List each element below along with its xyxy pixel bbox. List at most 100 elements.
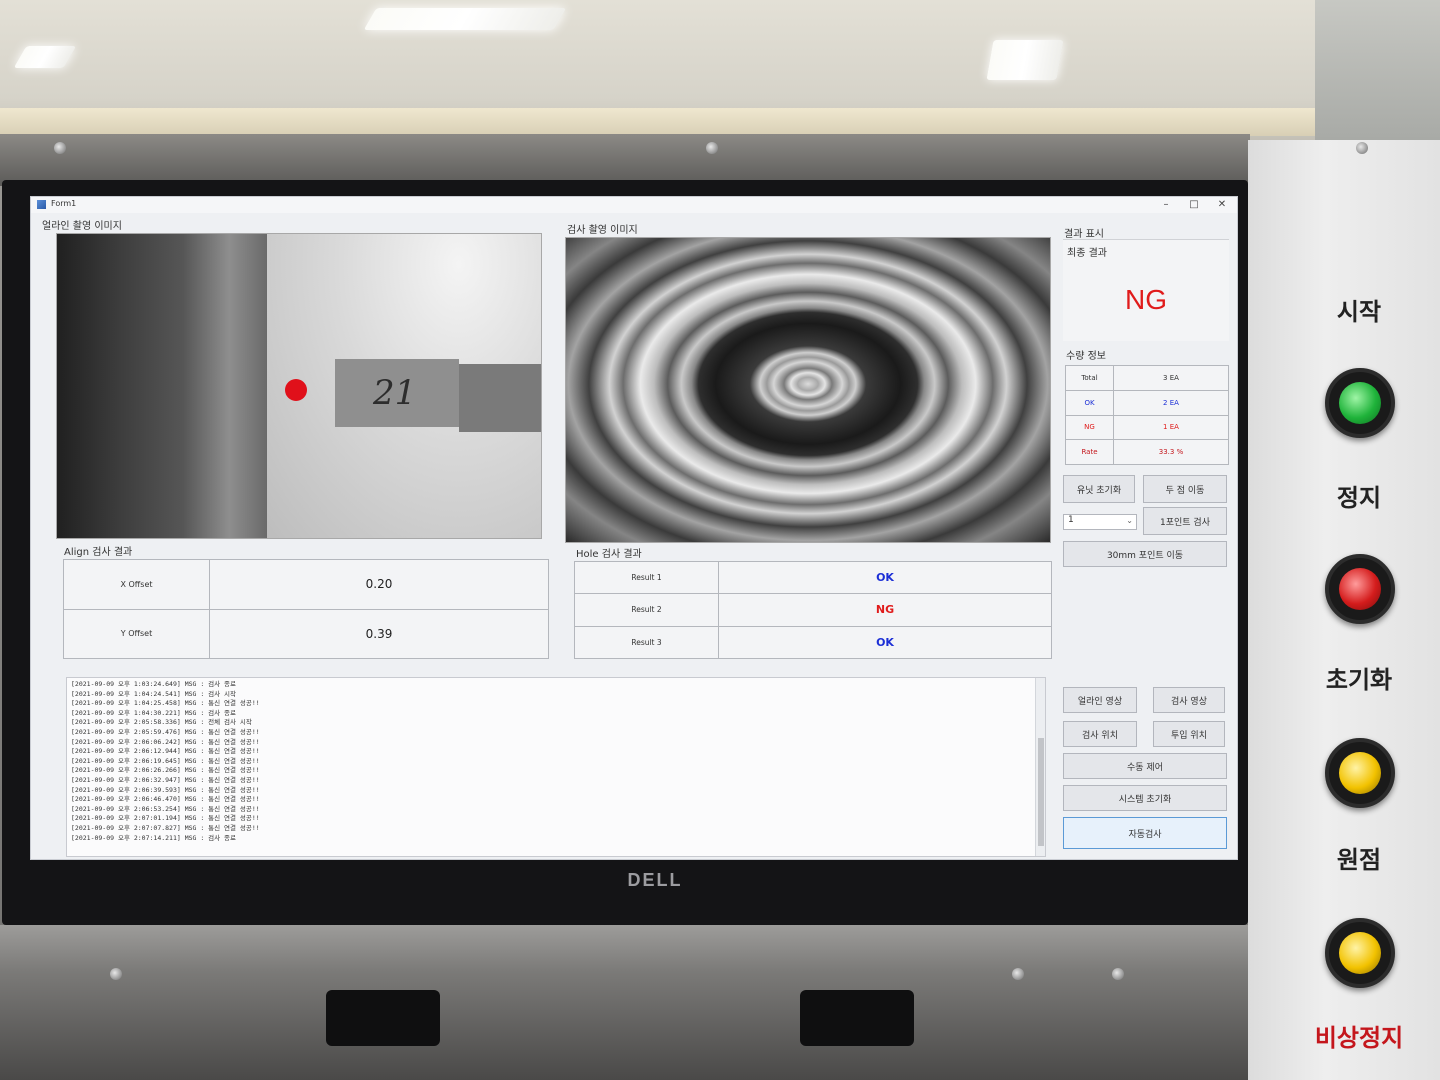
one-point-inspect-button[interactable]: 1포인트 검사 [1143, 507, 1227, 535]
table-row: OK 2 EA [1065, 389, 1229, 416]
table-row: Result 2 NG [574, 593, 1052, 627]
reset-button[interactable] [1325, 738, 1395, 808]
table-row: Rate 33.3 % [1065, 439, 1229, 465]
ok-count-label: OK [1065, 389, 1114, 416]
table-row: Result 3 OK [574, 625, 1052, 660]
stop-button[interactable] [1325, 554, 1395, 624]
ceiling-light [363, 8, 567, 30]
screw-icon [1112, 968, 1124, 980]
app-window: Form1 – □ ✕ 얼라인 촬영 이미지 21 Align 검사 결과 X … [30, 196, 1238, 860]
align-plate-mark: 21 [373, 373, 417, 413]
close-button[interactable]: ✕ [1209, 197, 1235, 213]
align-camera-image: 21 [56, 233, 542, 539]
point-select-value: 1 [1068, 515, 1074, 525]
origin-lamp-icon [1339, 932, 1381, 974]
maximize-button[interactable]: □ [1181, 197, 1207, 213]
list-item: [2021-09-09 오후 1:04:24.541] MSG : 검사 시작 [71, 689, 237, 698]
start-button[interactable] [1325, 368, 1395, 438]
list-item: [2021-09-09 오후 1:04:30.221] MSG : 검사 종료 [71, 708, 237, 717]
screw-icon [1012, 968, 1024, 980]
y-offset-label: Y Offset [63, 608, 210, 659]
final-result-label: 최종 결과 [1067, 248, 1107, 259]
stop-label: 정지 [1336, 484, 1382, 512]
system-reset-button[interactable]: 시스템 초기화 [1063, 785, 1227, 811]
table-row: X Offset 0.20 [63, 559, 549, 610]
align-target-plate-edge [459, 364, 541, 432]
minimize-button[interactable]: – [1153, 197, 1179, 213]
handle-slot [800, 990, 914, 1046]
auto-inspect-button[interactable]: 자동검사 [1063, 817, 1227, 849]
count-info-title: 수량 정보 [1066, 351, 1106, 362]
monitor-brand-logo: DELL [627, 870, 683, 890]
origin-button[interactable] [1325, 918, 1395, 988]
inspect-video-button[interactable]: 검사 영상 [1153, 687, 1225, 713]
list-item: [2021-09-09 오후 2:06:46.470] MSG : 통신 연결 … [71, 795, 260, 804]
reset-label: 초기화 [1325, 666, 1393, 694]
screw-icon [110, 968, 122, 980]
x-offset-label: X Offset [63, 559, 210, 610]
result-1-label: Result 1 [574, 560, 719, 595]
screw-icon [1356, 142, 1368, 154]
ok-count-value: 2 EA [1113, 389, 1229, 416]
result-2-value: NG [718, 593, 1052, 627]
rate-label: Rate [1065, 439, 1114, 465]
list-item: [2021-09-09 오후 2:07:07.827] MSG : 통신 연결 … [71, 823, 260, 832]
list-item: [2021-09-09 오후 2:06:19.645] MSG : 통신 연결 … [71, 756, 260, 765]
window-band [0, 108, 1440, 136]
list-item: [2021-09-09 오후 2:06:53.254] MSG : 통신 연결 … [71, 804, 260, 813]
input-position-button[interactable]: 투입 위치 [1153, 721, 1225, 747]
list-item: [2021-09-09 오후 2:06:32.947] MSG : 통신 연결 … [71, 775, 260, 784]
panel-mount [1315, 0, 1440, 140]
log-list: [2021-09-09 오후 1:03:24.649] MSG : 검사 종료 … [67, 678, 1045, 843]
total-label: Total [1065, 365, 1114, 391]
list-item: [2021-09-09 오후 2:06:26.266] MSG : 통신 연결 … [71, 766, 260, 775]
origin-label: 원점 [1336, 846, 1382, 874]
hole-image-rings [566, 238, 1050, 542]
ng-count-value: 1 EA [1113, 414, 1229, 441]
window-title: Form1 [51, 199, 77, 208]
align-result-table: X Offset 0.20 Y Offset 0.39 [63, 559, 549, 659]
align-image-dark-region [57, 234, 267, 538]
y-offset-value: 0.39 [209, 608, 549, 659]
two-point-move-button[interactable]: 두 점 이동 [1143, 475, 1227, 503]
list-item: [2021-09-09 오후 2:06:12.944] MSG : 통신 연결 … [71, 747, 260, 756]
x-offset-value: 0.20 [209, 559, 549, 610]
table-row: Result 1 OK [574, 560, 1052, 595]
hole-result-table: Result 1 OK Result 2 NG Result 3 OK [574, 560, 1052, 660]
list-item: [2021-09-09 오후 1:04:25.458] MSG : 통신 연결 … [71, 699, 260, 708]
table-row: Total 3 EA [1065, 365, 1229, 391]
list-item: [2021-09-09 오후 2:07:01.194] MSG : 통신 연결 … [71, 814, 260, 823]
align-marker-dot [285, 379, 307, 401]
machine-top-frame [0, 134, 1250, 186]
manual-control-button[interactable]: 수동 제어 [1063, 753, 1227, 779]
start-label: 시작 [1336, 298, 1382, 326]
reset-lamp-icon [1339, 752, 1381, 794]
list-item: [2021-09-09 오후 2:07:14.211] MSG : 검사 종료 [71, 833, 237, 842]
align-target-plate: 21 [335, 359, 459, 427]
move-30mm-point-button[interactable]: 30mm 포인트 이동 [1063, 541, 1227, 567]
scrollbar-thumb[interactable] [1038, 738, 1044, 846]
unit-reset-button[interactable]: 유닛 초기화 [1063, 475, 1135, 503]
hole-camera-image [565, 237, 1051, 543]
message-log[interactable]: [2021-09-09 오후 1:03:24.649] MSG : 검사 종료 … [66, 677, 1046, 857]
log-scrollbar[interactable] [1035, 678, 1045, 856]
list-item: [2021-09-09 오후 2:06:39.593] MSG : 통신 연결 … [71, 785, 260, 794]
handle-slot [326, 990, 440, 1046]
inspect-position-button[interactable]: 검사 위치 [1063, 721, 1137, 747]
chevron-down-icon: ⌄ [1126, 516, 1133, 525]
result-1-value: OK [718, 560, 1052, 595]
screw-icon [706, 142, 718, 154]
stop-lamp-icon [1339, 568, 1381, 610]
point-select-dropdown[interactable]: 1 ⌄ [1063, 514, 1137, 530]
table-row: NG 1 EA [1065, 414, 1229, 441]
machine-front-panel [0, 925, 1250, 1080]
result-display-title: 결과 표시 [1064, 229, 1104, 240]
ceiling-light [986, 40, 1064, 80]
final-result-value: NG [1125, 284, 1167, 315]
list-item: [2021-09-09 오후 2:05:58.336] MSG : 전체 검사 … [71, 718, 252, 727]
result-3-value: OK [718, 625, 1052, 660]
list-item: [2021-09-09 오후 2:06:06.242] MSG : 통신 연결 … [71, 737, 260, 746]
rate-value: 33.3 % [1113, 439, 1229, 465]
align-video-button[interactable]: 얼라인 영상 [1063, 687, 1137, 713]
list-item: [2021-09-09 오후 2:05:59.476] MSG : 통신 연결 … [71, 727, 260, 736]
